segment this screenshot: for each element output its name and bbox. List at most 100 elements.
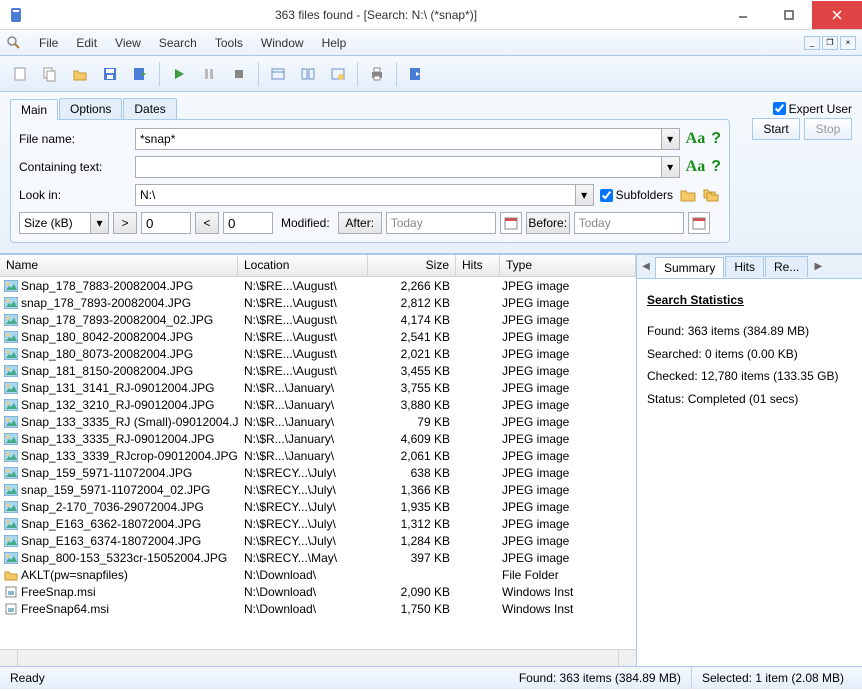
tab-summary[interactable]: Summary (655, 257, 724, 278)
column-type[interactable]: Type (500, 255, 636, 276)
table-row[interactable]: FreeSnap64.msiN:\Download\1,750 KBWindow… (0, 600, 636, 617)
save-button[interactable] (96, 60, 124, 88)
filename-input[interactable]: *snap* ▾ (135, 128, 680, 150)
calendar-icon[interactable] (500, 212, 522, 234)
close-button[interactable] (812, 1, 862, 29)
table-row[interactable]: Snap_159_5971-11072004.JPGN:\$RECY...\Ju… (0, 464, 636, 481)
lookin-label: Look in: (19, 188, 129, 202)
menu-search[interactable]: Search (150, 33, 206, 53)
stop-button[interactable] (225, 60, 253, 88)
table-row[interactable]: Snap_133_3335_RJ-09012004.JPGN:\$R...\Ja… (0, 430, 636, 447)
column-size[interactable]: Size (368, 255, 456, 276)
view-list-button[interactable] (264, 60, 292, 88)
table-row[interactable]: Snap_E163_6362-18072004.JPGN:\$RECY...\J… (0, 515, 636, 532)
tab-dates[interactable]: Dates (123, 98, 176, 119)
exit-button[interactable] (402, 60, 430, 88)
size-max-input[interactable] (223, 212, 273, 234)
horizontal-scrollbar[interactable] (0, 649, 636, 666)
file-size: 3,455 KB (368, 364, 456, 378)
scroll-tabs-right-icon[interactable]: ▶ (809, 261, 827, 272)
menu-edit[interactable]: Edit (67, 33, 106, 53)
table-row[interactable]: Snap_131_3141_RJ-09012004.JPGN:\$R...\Ja… (0, 379, 636, 396)
table-row[interactable]: Snap_180_8042-20082004.JPGN:\$RE...\Augu… (0, 328, 636, 345)
copy-button[interactable] (36, 60, 64, 88)
dropdown-arrow-icon[interactable]: ▾ (90, 213, 108, 233)
dropdown-arrow-icon[interactable]: ▾ (575, 185, 593, 205)
start-button[interactable]: Start (752, 118, 800, 140)
tab-main[interactable]: Main (10, 99, 58, 120)
containing-label: Containing text: (19, 160, 129, 174)
table-row[interactable]: Snap_133_3339_RJcrop-09012004.JPGN:\$R..… (0, 447, 636, 464)
view-panes-button[interactable] (294, 60, 322, 88)
menu-window[interactable]: Window (252, 33, 313, 53)
table-row[interactable]: Snap_2-170_7036-29072004.JPGN:\$RECY...\… (0, 498, 636, 515)
maximize-button[interactable] (766, 1, 812, 29)
file-size: 2,812 KB (368, 296, 456, 310)
help-icon[interactable]: ? (711, 130, 721, 148)
tab-options[interactable]: Options (59, 98, 122, 119)
column-hits[interactable]: Hits (456, 255, 500, 276)
menu-tools[interactable]: Tools (206, 33, 252, 53)
table-row[interactable]: Snap_E163_6374-18072004.JPGN:\$RECY...\J… (0, 532, 636, 549)
browse-folder-icon[interactable] (679, 187, 697, 203)
dropdown-arrow-icon[interactable]: ▾ (661, 129, 679, 149)
tab-hits[interactable]: Hits (725, 256, 764, 277)
size-min-input[interactable] (141, 212, 191, 234)
menu-help[interactable]: Help (313, 33, 356, 53)
subfolders-checkbox[interactable]: Subfolders (600, 188, 673, 202)
case-sensitive-icon[interactable]: Aa (686, 130, 706, 148)
table-row[interactable]: FreeSnap.msiN:\Download\2,090 KBWindows … (0, 583, 636, 600)
table-row[interactable]: Snap_180_8073-20082004.JPGN:\$RE...\Augu… (0, 345, 636, 362)
start-search-button[interactable] (165, 60, 193, 88)
new-document-button[interactable] (6, 60, 34, 88)
table-row[interactable]: Snap_178_7893-20082004_02.JPGN:\$RE...\A… (0, 311, 636, 328)
tab-reports[interactable]: Re... (765, 256, 808, 277)
after-date-input[interactable]: Today (386, 212, 496, 234)
table-row[interactable]: Snap_181_8150-20082004.JPGN:\$RE...\Augu… (0, 362, 636, 379)
menu-file[interactable]: File (30, 33, 67, 53)
table-row[interactable]: AKLT(pw=snapfiles)N:\Download\File Folde… (0, 566, 636, 583)
export-button[interactable] (126, 60, 154, 88)
stop-button[interactable]: Stop (804, 118, 852, 140)
stats-title: Search Statistics (647, 289, 852, 312)
mdi-restore-button[interactable]: ❐ (822, 36, 838, 50)
calendar-icon[interactable] (688, 212, 710, 234)
table-row[interactable]: Snap_132_3210_RJ-09012004.JPGN:\$R...\Ja… (0, 396, 636, 413)
stats-searched: Searched: 0 items (0.00 KB) (647, 343, 852, 366)
file-name: Snap_132_3210_RJ-09012004.JPG (21, 398, 215, 412)
subfolders-check-input[interactable] (600, 189, 613, 202)
file-type-icon (4, 569, 18, 581)
expert-user-checkbox[interactable]: Expert User (773, 102, 852, 116)
table-row[interactable]: snap_159_5971-11072004_02.JPGN:\$RECY...… (0, 481, 636, 498)
scroll-tabs-left-icon[interactable]: ◀ (637, 261, 655, 272)
table-row[interactable]: Snap_800-153_5323cr-15052004.JPGN:\$RECY… (0, 549, 636, 566)
mdi-minimize-button[interactable]: _ (804, 36, 820, 50)
size-unit-combo[interactable]: Size (kB) ▾ (19, 212, 109, 234)
minimize-button[interactable] (720, 1, 766, 29)
lookin-input[interactable]: N:\ ▾ (135, 184, 594, 206)
column-location[interactable]: Location (238, 255, 368, 276)
mdi-close-button[interactable]: × (840, 36, 856, 50)
expert-user-check-input[interactable] (773, 102, 786, 115)
results-list[interactable]: Snap_178_7883-20082004.JPGN:\$RE...\Augu… (0, 277, 636, 649)
print-button[interactable] (363, 60, 391, 88)
table-row[interactable]: Snap_133_3335_RJ (Small)-09012004.JPGN:\… (0, 413, 636, 430)
table-row[interactable]: Snap_178_7883-20082004.JPGN:\$RE...\Augu… (0, 277, 636, 294)
help-icon[interactable]: ? (711, 158, 721, 176)
browse-folders-icon[interactable] (703, 187, 721, 203)
pause-button[interactable] (195, 60, 223, 88)
column-name[interactable]: Name (0, 255, 238, 276)
file-type: JPEG image (500, 551, 636, 565)
containing-input[interactable]: ▾ (135, 156, 680, 178)
after-button[interactable]: After: (338, 212, 382, 234)
case-sensitive-icon[interactable]: Aa (686, 158, 706, 176)
dropdown-arrow-icon[interactable]: ▾ (661, 157, 679, 177)
options-button[interactable] (324, 60, 352, 88)
before-button[interactable]: Before: (526, 212, 570, 234)
before-date-input[interactable]: Today (574, 212, 684, 234)
greater-than-button[interactable]: > (113, 212, 137, 234)
open-button[interactable] (66, 60, 94, 88)
menu-view[interactable]: View (106, 33, 150, 53)
table-row[interactable]: snap_178_7893-20082004.JPGN:\$RE...\Augu… (0, 294, 636, 311)
less-than-button[interactable]: < (195, 212, 219, 234)
